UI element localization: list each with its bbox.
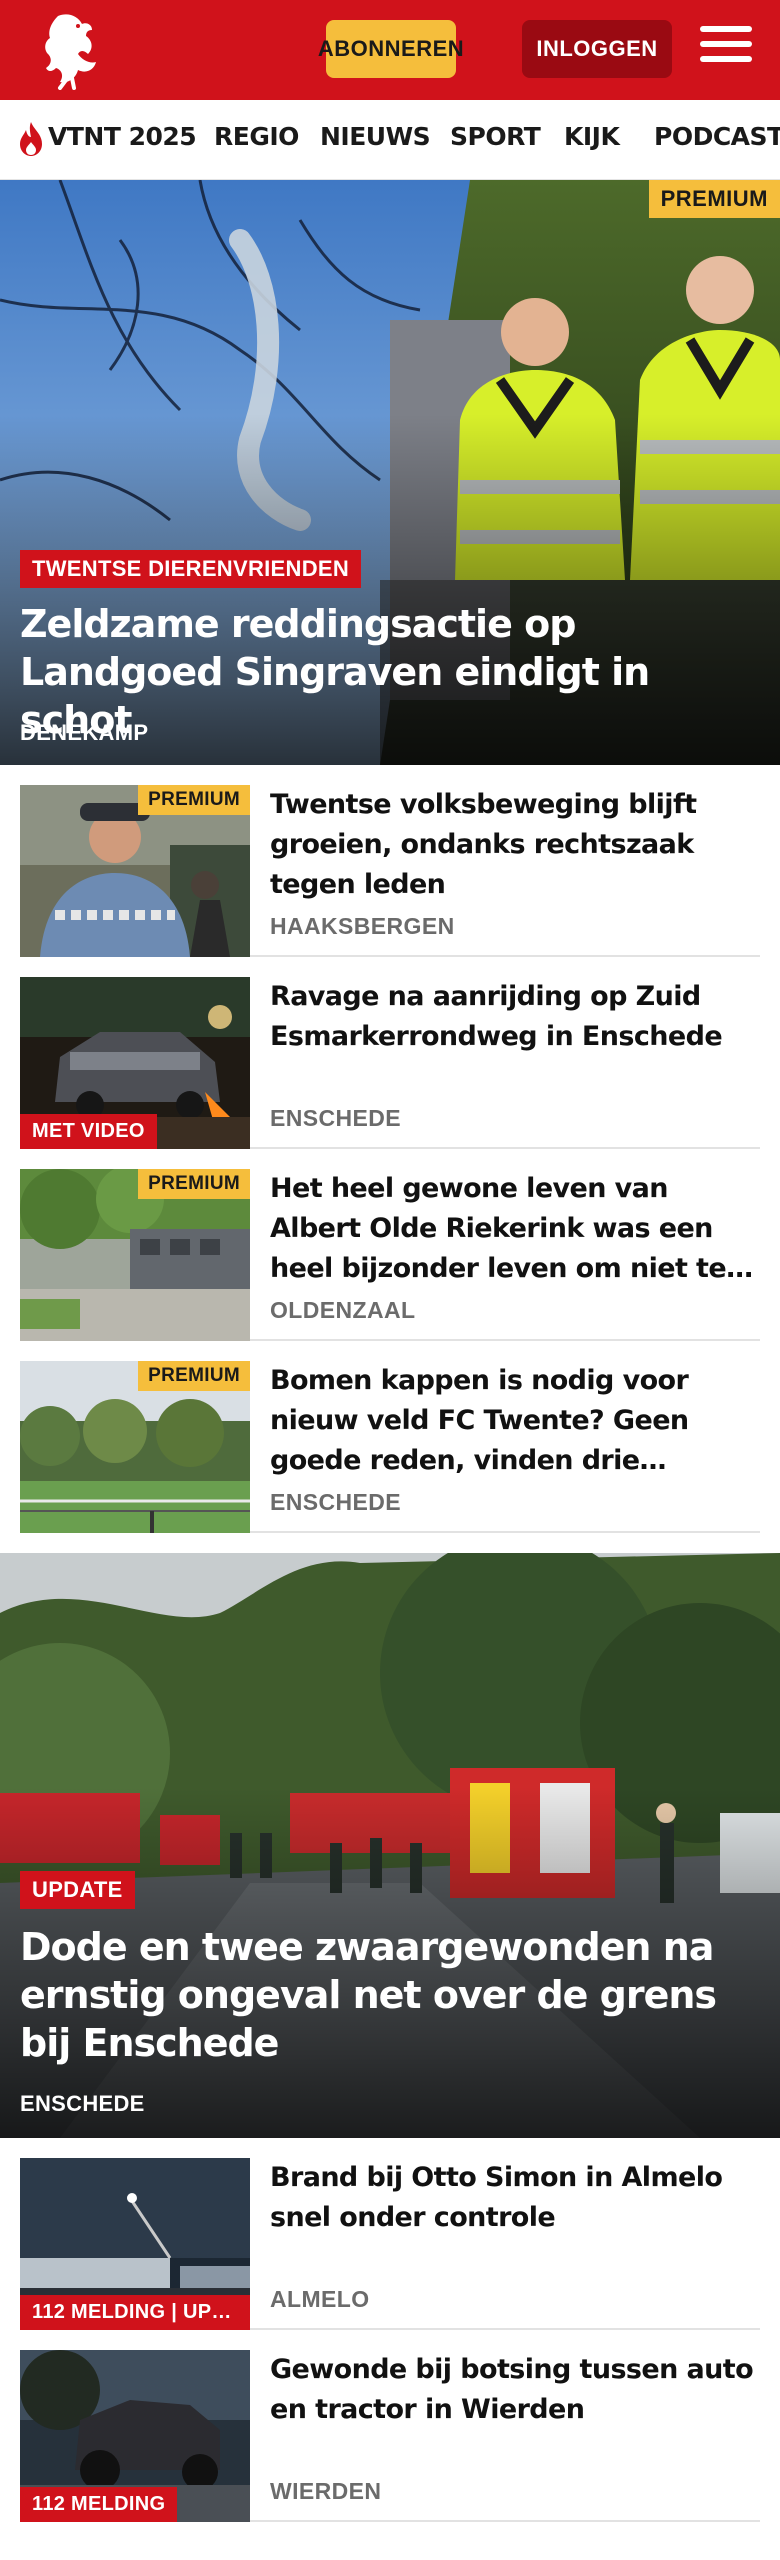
article-thumbnail: PREMIUM bbox=[20, 785, 250, 957]
nav-item-sport[interactable]: SPORT bbox=[450, 122, 541, 151]
premium-badge: PREMIUM bbox=[138, 1361, 250, 1391]
article-thumbnail: PREMIUM bbox=[20, 1169, 250, 1341]
hero-article-2[interactable]: UPDATE Dode en twee zwaargewonden na ern… bbox=[0, 1553, 780, 2138]
flame-icon bbox=[20, 122, 42, 156]
horse-logo-icon[interactable] bbox=[38, 10, 108, 90]
article-location: ENSCHEDE bbox=[270, 1489, 402, 1515]
subscribe-button[interactable]: ABONNEREN bbox=[318, 20, 464, 78]
article-location: ALMELO bbox=[270, 2286, 370, 2312]
112-melding-tag: 112 MELDING bbox=[20, 2487, 178, 2522]
main-navigation: VTNT 2025 REGIO NIEUWS SPORT KIJK PODCAS… bbox=[0, 100, 780, 180]
article-thumbnail: MET VIDEO bbox=[20, 977, 250, 1149]
article-location: ENSCHEDE bbox=[270, 1105, 402, 1131]
nav-item-nieuws[interactable]: NIEUWS bbox=[320, 122, 431, 151]
premium-badge: PREMIUM bbox=[138, 1169, 250, 1199]
list-item[interactable]: PREMIUM Twentse volksbeweging blijft gro… bbox=[20, 785, 760, 957]
nav-item-podcast[interactable]: PODCAST bbox=[654, 122, 780, 151]
hero-category-tag[interactable]: UPDATE bbox=[20, 1871, 135, 1909]
article-thumbnail: PREMIUM bbox=[20, 1361, 250, 1533]
menu-icon[interactable] bbox=[700, 26, 752, 72]
article-location: WIERDEN bbox=[270, 2478, 382, 2504]
list-item[interactable]: PREMIUM Bomen kappen is nodig voor nieuw… bbox=[20, 1361, 760, 1533]
login-button[interactable]: INLOGGEN bbox=[522, 20, 672, 78]
nav-item-kijk[interactable]: KIJK bbox=[564, 122, 620, 151]
video-tag: MET VIDEO bbox=[20, 1114, 157, 1149]
article-title[interactable]: Brand bij Otto Simon in Almelo snel onde… bbox=[270, 2158, 760, 2238]
hero-title[interactable]: Dode en twee zwaargewonden na ernstig on… bbox=[20, 1923, 760, 2067]
article-title[interactable]: Twentse volksbeweging blijft groeien, on… bbox=[270, 785, 760, 905]
article-thumbnail: 112 MELDING bbox=[20, 2350, 250, 2522]
hero-article-1[interactable]: PREMIUM TWENTSE DIERENVRIENDEN Zeldzame … bbox=[0, 180, 780, 765]
hero-category-tag[interactable]: TWENTSE DIERENVRIENDEN bbox=[20, 550, 362, 588]
article-title[interactable]: Bomen kappen is nodig voor nieuw veld FC… bbox=[270, 1361, 760, 1481]
hero-location: ENSCHEDE bbox=[20, 2091, 145, 2116]
premium-badge: PREMIUM bbox=[648, 180, 780, 218]
list-item[interactable]: MET VIDEO Ravage na aanrijding op Zuid E… bbox=[20, 977, 760, 1149]
list-item[interactable]: PREMIUM Het heel gewone leven van Albert… bbox=[20, 1169, 760, 1341]
premium-badge: PREMIUM bbox=[138, 785, 250, 815]
nav-item-vtnt[interactable]: VTNT 2025 bbox=[48, 122, 197, 151]
article-thumbnail: 112 MELDING | UPDATE bbox=[20, 2158, 250, 2330]
nav-item-regio[interactable]: REGIO bbox=[214, 122, 299, 151]
article-location: OLDENZAAL bbox=[270, 1297, 416, 1323]
site-header: ABONNEREN INLOGGEN bbox=[0, 0, 780, 100]
article-location: HAAKSBERGEN bbox=[270, 913, 455, 939]
list-item[interactable]: 112 MELDING Gewonde bij botsing tussen a… bbox=[20, 2350, 760, 2522]
112-melding-tag: 112 MELDING | UPDATE bbox=[20, 2295, 250, 2330]
hero-location: DENEKAMP bbox=[20, 720, 149, 745]
article-title[interactable]: Gewonde bij botsing tussen auto en tract… bbox=[270, 2350, 760, 2430]
article-title[interactable]: Het heel gewone leven van Albert Olde Ri… bbox=[270, 1169, 760, 1289]
article-title[interactable]: Ravage na aanrijding op Zuid Esmarkerron… bbox=[270, 977, 760, 1057]
list-item[interactable]: 112 MELDING | UPDATE Brand bij Otto Simo… bbox=[20, 2158, 760, 2330]
